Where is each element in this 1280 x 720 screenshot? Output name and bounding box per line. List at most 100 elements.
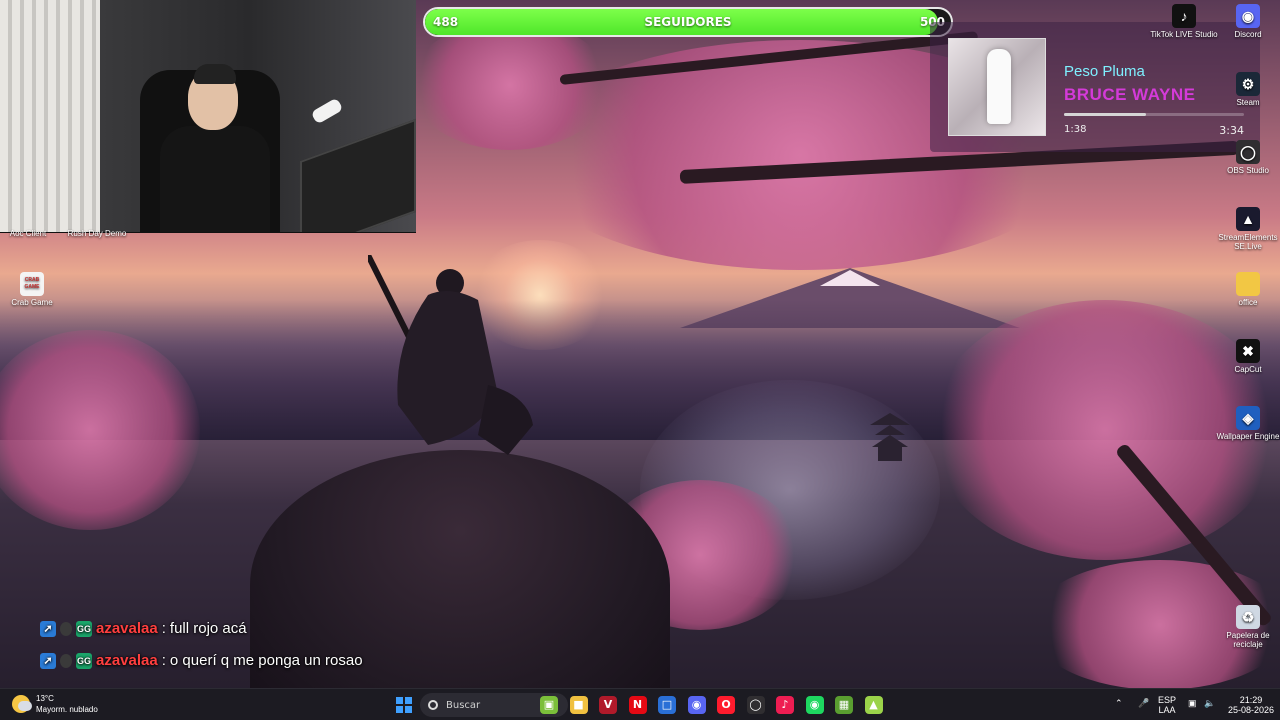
- desktop-icon-name: TikTok LIVE Studio: [1150, 30, 1218, 39]
- streamelements-icon: ▲: [1236, 207, 1260, 231]
- clock-time: 21:29: [1239, 695, 1263, 705]
- desktop-icon-name: StreamElements SE.Live: [1218, 233, 1278, 251]
- weather-temp: 13°C: [36, 694, 54, 703]
- language-indicator[interactable]: ESP LAA: [1158, 695, 1176, 715]
- desktop-icon-obs[interactable]: ◯ OBS Studio: [1212, 140, 1280, 175]
- desktop-icon-label-text: Aoc Client: [9, 229, 47, 238]
- chat-text: full rojo acá: [169, 620, 247, 637]
- desktop-icon-streamelements[interactable]: ▲ StreamElements SE.Live: [1212, 207, 1280, 251]
- taskbar-app-spotify-icon[interactable]: ◉: [805, 696, 824, 714]
- volume-icon[interactable]: 🔈: [1204, 698, 1215, 708]
- capcut-icon: ✖: [1236, 339, 1260, 363]
- desktop-icon-discord[interactable]: ◉ Discord: [1212, 4, 1280, 39]
- keyboard-layout: LAA: [1158, 705, 1176, 715]
- taskbar-app-vegas-icon[interactable]: V: [599, 696, 617, 714]
- wallpaper-engine-icon: ◈: [1236, 406, 1260, 430]
- language-code: ESP: [1158, 695, 1177, 705]
- desktop-icon-name: Papelera de reciclaje: [1226, 631, 1270, 649]
- microphone-icon[interactable]: 🎤: [1138, 698, 1149, 708]
- taskbar-app-netflix-icon[interactable]: N: [628, 696, 647, 714]
- now-playing-progress: [1064, 113, 1244, 116]
- webcam-person-cap: [194, 64, 236, 84]
- desktop-icon-label-text: Rush Day Demo: [67, 229, 127, 238]
- chat-separator: :: [161, 652, 166, 669]
- recycle-bin-icon: ♻: [1236, 605, 1260, 629]
- now-playing-elapsed: 1:38: [1064, 124, 1087, 135]
- network-icon[interactable]: ▣: [1188, 698, 1197, 708]
- webcam-person-body: [160, 126, 270, 232]
- mod-badge-icon: [60, 621, 72, 636]
- desktop-icon-name: Crab Game: [11, 298, 53, 307]
- webcam-curtain: [0, 0, 100, 232]
- clock[interactable]: 21:29 25-08-2026: [1226, 695, 1276, 715]
- album-cover-figure: [987, 49, 1011, 124]
- search-icon: [428, 700, 438, 710]
- desktop-icon-name: OBS Studio: [1227, 166, 1269, 175]
- now-playing-progress-fill: [1064, 113, 1147, 116]
- now-playing-artist: Peso Pluma: [1064, 63, 1145, 80]
- desktop-icon-label[interactable]: Rush Day Demo: [62, 229, 132, 238]
- taskbar-app-tiktok-icon[interactable]: ♪: [776, 696, 794, 714]
- desktop-icon-capcut[interactable]: ✖ CapCut: [1212, 339, 1280, 374]
- taskbar-app-cube-app-icon[interactable]: ▲: [864, 696, 883, 714]
- chat-separator: :: [161, 620, 166, 637]
- subscriber-badge-icon: GG: [76, 620, 92, 637]
- folder-icon: [1236, 272, 1260, 296]
- now-playing-widget: Peso Pluma BRUCE WAYNE 1:38 3:34: [930, 22, 1260, 152]
- chat-message: ➚ GG azavalaa: full rojo acá: [40, 620, 247, 637]
- search-placeholder: Buscar: [446, 699, 481, 711]
- start-button[interactable]: [396, 697, 412, 713]
- tiktok-icon: ♪: [1172, 4, 1196, 28]
- desktop-icon-crab-game[interactable]: CRAB GAME Crab Game: [0, 272, 64, 307]
- discord-icon: ◉: [1236, 4, 1260, 28]
- desktop-icon-name: Steam: [1236, 98, 1260, 107]
- steam-icon: ⚙: [1236, 72, 1260, 96]
- wallpaper-rock: [250, 450, 670, 720]
- desktop-icon-steam[interactable]: ⚙ Steam: [1212, 72, 1280, 107]
- taskbar-app-file-explorer-icon[interactable]: ■: [569, 696, 588, 714]
- desktop-icon-wallpaper-engine[interactable]: ◈ Wallpaper Engine: [1212, 406, 1280, 441]
- tray-overflow-icon[interactable]: ⌃: [1115, 698, 1123, 708]
- weather-desc: Mayorm. nublado: [36, 705, 98, 714]
- windows-logo-icon: [396, 706, 403, 713]
- windows-logo-icon: [405, 706, 412, 713]
- clock-date: 25-08-2026: [1227, 705, 1275, 715]
- taskbar-app-discord-icon[interactable]: ◉: [687, 696, 706, 714]
- weather-cloudy-icon: [12, 695, 32, 713]
- chat-username: azavalaa: [96, 652, 158, 669]
- taskbar-app-windows-store-icon[interactable]: □: [658, 696, 676, 714]
- desktop-icon-label[interactable]: Aoc Client: [0, 229, 56, 238]
- desktop-icon-name: CapCut: [1234, 365, 1262, 374]
- desktop-icon-folder[interactable]: office: [1212, 272, 1280, 307]
- now-playing-total: 3:34: [1219, 124, 1244, 137]
- chat-message: ➚ GG azavalaa: o querí q me ponga un rosao: [40, 652, 363, 669]
- weather-widget[interactable]: 13°C Mayorm. nublado: [12, 693, 98, 715]
- crab-game-icon: CRAB GAME: [20, 272, 44, 296]
- desktop-icon-recycle-bin[interactable]: ♻ Papelera de reciclaje: [1212, 605, 1280, 649]
- taskbar-app-minecraft-launcher-icon[interactable]: ▣: [540, 696, 558, 714]
- taskbar: 13°C Mayorm. nublado Buscar ▣ ■ V N □ ◉ O ◯ ♪ ◉ ▦ ▲…: [0, 688, 1280, 720]
- taskbar-app-obs-icon[interactable]: ◯: [746, 696, 765, 714]
- wallpaper-samurai: [368, 255, 533, 455]
- desktop-icon-name: office: [1238, 298, 1258, 307]
- webcam-feed: [0, 0, 416, 233]
- desktop-icon-tiktok[interactable]: ♪ TikTok LIVE Studio: [1148, 4, 1220, 39]
- prime-badge-icon: ➚: [40, 620, 56, 637]
- windows-logo-icon: [396, 697, 403, 704]
- chat-text: o querí q me ponga un rosao: [169, 652, 363, 669]
- desktop-icon-name: Discord: [1234, 30, 1262, 39]
- weather-text: 13°C Mayorm. nublado: [36, 693, 98, 715]
- chat-username: azavalaa: [96, 620, 158, 637]
- wallpaper-mountain-snow: [820, 270, 880, 286]
- wallpaper-tree-topleft: [410, 20, 610, 150]
- wallpaper-temple: [860, 405, 920, 465]
- taskbar-app-opera-icon[interactable]: O: [717, 696, 735, 714]
- desktop-icon-name: Wallpaper Engine: [1216, 432, 1280, 441]
- webcam-microphone: [310, 97, 344, 125]
- obs-icon: ◯: [1236, 140, 1260, 164]
- prime-badge-icon: ➚: [40, 652, 56, 669]
- album-cover: [948, 38, 1046, 136]
- taskbar-app-minecraft-icon[interactable]: ▦: [835, 696, 853, 714]
- windows-logo-icon: [405, 697, 412, 704]
- subscriber-badge-icon: GG: [76, 652, 92, 669]
